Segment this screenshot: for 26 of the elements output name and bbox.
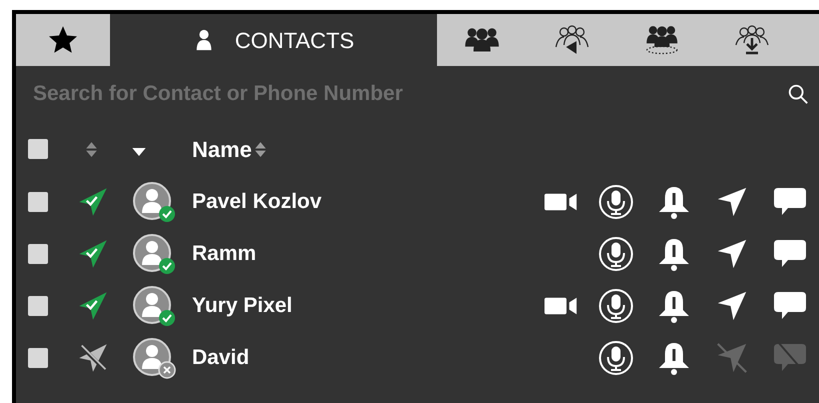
group-circle-icon: [644, 25, 680, 55]
group-download-icon: [734, 25, 770, 55]
sort-icon[interactable]: [254, 140, 266, 158]
group-megaphone-icon: [554, 25, 590, 55]
checkbox[interactable]: [28, 244, 48, 264]
video-camera-icon[interactable]: [543, 191, 579, 213]
tab[interactable]: CONTACTS: [110, 14, 437, 66]
checkbox[interactable]: [28, 348, 48, 368]
search-field[interactable]: Search for Contact or Phone Number: [33, 78, 787, 110]
video-camera-icon[interactable]: [543, 295, 579, 317]
star-icon: [48, 25, 78, 55]
microphone-icon[interactable]: [598, 236, 634, 272]
microphone-icon[interactable]: [598, 184, 634, 220]
checkbox[interactable]: [28, 139, 48, 159]
caret-icon[interactable]: [132, 148, 146, 156]
contact-name[interactable]: David: [192, 342, 541, 374]
contact-name[interactable]: Pavel Kozlov: [192, 186, 541, 218]
checkbox[interactable]: [28, 296, 48, 316]
microphone-icon[interactable]: [598, 288, 634, 324]
contact-name[interactable]: Yury Pixel: [192, 290, 541, 322]
column-header[interactable]: Name: [192, 132, 252, 166]
checkbox[interactable]: [28, 192, 48, 212]
sort-icon[interactable]: [86, 140, 97, 158]
microphone-icon[interactable]: [598, 340, 634, 376]
contact-name[interactable]: Ramm: [192, 238, 541, 270]
search-icon[interactable]: [787, 83, 809, 105]
